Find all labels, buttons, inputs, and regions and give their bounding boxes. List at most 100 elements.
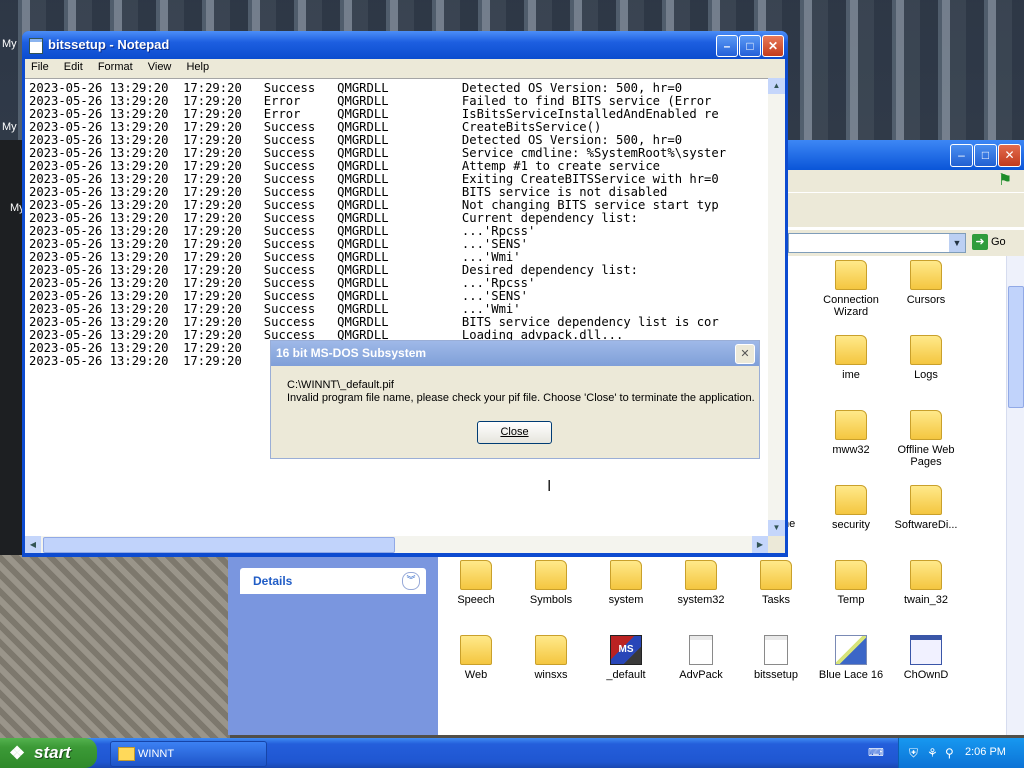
file-item[interactable]: Logs xyxy=(890,335,962,381)
scroll-down-icon[interactable]: ▼ xyxy=(768,520,785,536)
folder-icon xyxy=(535,635,567,665)
file-item[interactable]: twain_32 xyxy=(890,560,962,606)
scroll-up-icon[interactable]: ▲ xyxy=(768,78,785,94)
file-item[interactable]: AdvPack xyxy=(665,635,737,681)
file-item[interactable]: Offline Web Pages xyxy=(890,410,962,468)
file-label: system xyxy=(608,594,644,606)
search-icon[interactable]: ⚲ xyxy=(945,746,954,760)
file-label: Connection Wizard xyxy=(823,294,879,318)
file-item[interactable]: Blue Lace 16 xyxy=(815,635,887,681)
file-label: AdvPack xyxy=(679,669,723,681)
dialog-title: 16 bit MS-DOS Subsystem xyxy=(276,346,427,360)
start-label: start xyxy=(34,743,71,762)
scroll-right-icon[interactable]: ▶ xyxy=(752,536,768,553)
file-label: system32 xyxy=(677,594,725,606)
horizontal-scrollbar[interactable]: ◀ ▶ xyxy=(25,536,768,553)
close-button[interactable]: ✕ xyxy=(762,35,784,57)
file-label: Tasks xyxy=(761,594,791,606)
file-item[interactable]: mww32 xyxy=(815,410,887,456)
vertical-scrollbar[interactable]: ▲ ▼ xyxy=(768,78,785,536)
notepad-titlebar[interactable]: bitssetup - Notepad – □ ✕ xyxy=(22,31,788,59)
file-item[interactable]: Speech xyxy=(440,560,512,606)
size-grip[interactable] xyxy=(768,536,785,553)
file-label: Logs xyxy=(914,369,938,381)
close-icon[interactable]: ✕ xyxy=(735,344,755,364)
go-button[interactable]: ➜ Go xyxy=(968,233,1010,251)
file-label: Temp xyxy=(837,594,865,606)
minimize-button[interactable]: – xyxy=(950,144,973,167)
network-icon[interactable]: ⚘ xyxy=(927,746,938,760)
file-item[interactable]: Tasks xyxy=(740,560,812,606)
menu-view[interactable]: View xyxy=(142,59,178,73)
keyboard-icon[interactable]: ⌨ xyxy=(868,746,884,759)
security-shield-icon[interactable]: ⛨ xyxy=(909,746,918,761)
maximize-button[interactable]: □ xyxy=(974,144,997,167)
file-label: ChOwnD xyxy=(903,669,949,681)
folder-icon xyxy=(835,560,867,590)
scrollbar-thumb[interactable] xyxy=(1008,286,1024,408)
menu-format[interactable]: Format xyxy=(92,59,139,73)
menu-edit[interactable]: Edit xyxy=(58,59,89,73)
file-item[interactable]: Web xyxy=(440,635,512,681)
text-editor[interactable]: 2023-05-26 13:29:20 17:29:20 Success QMG… xyxy=(25,78,768,537)
scroll-left-icon[interactable]: ◀ xyxy=(25,536,41,553)
file-item[interactable]: security xyxy=(815,485,887,531)
log-text[interactable]: 2023-05-26 13:29:20 17:29:20 Success QMG… xyxy=(29,82,748,368)
windows-logo-icon: ⚑ xyxy=(997,172,1013,189)
file-item[interactable]: ChOwnD xyxy=(890,635,962,681)
file-item[interactable]: system32 xyxy=(665,560,737,606)
explorer-toolbar xyxy=(788,192,1024,227)
vertical-scrollbar[interactable] xyxy=(1006,256,1024,735)
close-button[interactable]: ✕ xyxy=(998,144,1021,167)
file-item[interactable]: SoftwareDi... xyxy=(890,485,962,531)
file-label: mww32 xyxy=(832,444,870,456)
folder-icon xyxy=(910,485,942,515)
dialog-titlebar[interactable]: 16 bit MS-DOS Subsystem ✕ xyxy=(271,341,759,366)
address-bar: ▼ ➜ Go xyxy=(788,230,1024,256)
notepad-menubar: File Edit Format View Help xyxy=(25,59,785,78)
desktop-icon-label[interactable]: My xyxy=(2,121,17,133)
file-label: Cursors xyxy=(906,294,946,306)
file-item[interactable]: bitssetup xyxy=(740,635,812,681)
chevron-down-icon[interactable]: ▼ xyxy=(949,234,965,252)
error-dialog: 16 bit MS-DOS Subsystem ✕ C:\WINNT\_defa… xyxy=(270,340,760,459)
maximize-button[interactable]: □ xyxy=(739,35,761,57)
address-input[interactable]: ▼ xyxy=(788,233,966,253)
folder-icon xyxy=(835,260,867,290)
folder-icon xyxy=(910,260,942,290)
file-item[interactable]: Temp xyxy=(815,560,887,606)
file-label: Speech xyxy=(457,594,495,606)
file-item[interactable]: MS _default xyxy=(590,635,662,681)
folder-icon xyxy=(835,410,867,440)
menu-file[interactable]: File xyxy=(25,59,55,73)
file-label: SoftwareDi... xyxy=(894,519,958,531)
folder-icon xyxy=(910,335,942,365)
file-item[interactable]: Cursors xyxy=(890,260,962,306)
file-item[interactable]: winsxs xyxy=(515,635,587,681)
desktop-wallpaper-bottom xyxy=(0,555,230,740)
taskbar-item-label: WINNT xyxy=(138,748,175,760)
scrollbar-thumb[interactable] xyxy=(43,537,395,553)
close-button-label: Close xyxy=(500,426,529,438)
dialog-path: C:\WINNT\_default.pif xyxy=(287,379,394,391)
taskbar-item-winnt[interactable]: WINNT xyxy=(110,741,267,767)
details-panel[interactable]: Details ︾ xyxy=(240,568,426,594)
go-label: Go xyxy=(991,236,1006,248)
chevron-down-icon[interactable]: ︾ xyxy=(402,572,420,590)
file-label: Blue Lace 16 xyxy=(818,669,884,681)
close-button[interactable]: Close xyxy=(477,421,552,444)
file-label: Symbols xyxy=(529,594,573,606)
file-item[interactable]: system xyxy=(590,560,662,606)
start-button[interactable]: ❖ start xyxy=(0,738,97,768)
desktop-icon-label[interactable]: My xyxy=(2,38,17,50)
menu-help[interactable]: Help xyxy=(180,59,215,73)
file-item[interactable]: ime xyxy=(815,335,887,381)
minimize-button[interactable]: – xyxy=(716,35,738,57)
file-label: bitssetup xyxy=(753,669,799,681)
file-item[interactable]: Connection Wizard xyxy=(815,260,887,318)
folder-icon xyxy=(460,560,492,590)
folder-icon xyxy=(535,560,567,590)
system-tray: ⛨ ⚘ ⚲ 2:06 PM xyxy=(898,738,1024,768)
file-item[interactable]: Symbols xyxy=(515,560,587,606)
folder-icon xyxy=(460,635,492,665)
